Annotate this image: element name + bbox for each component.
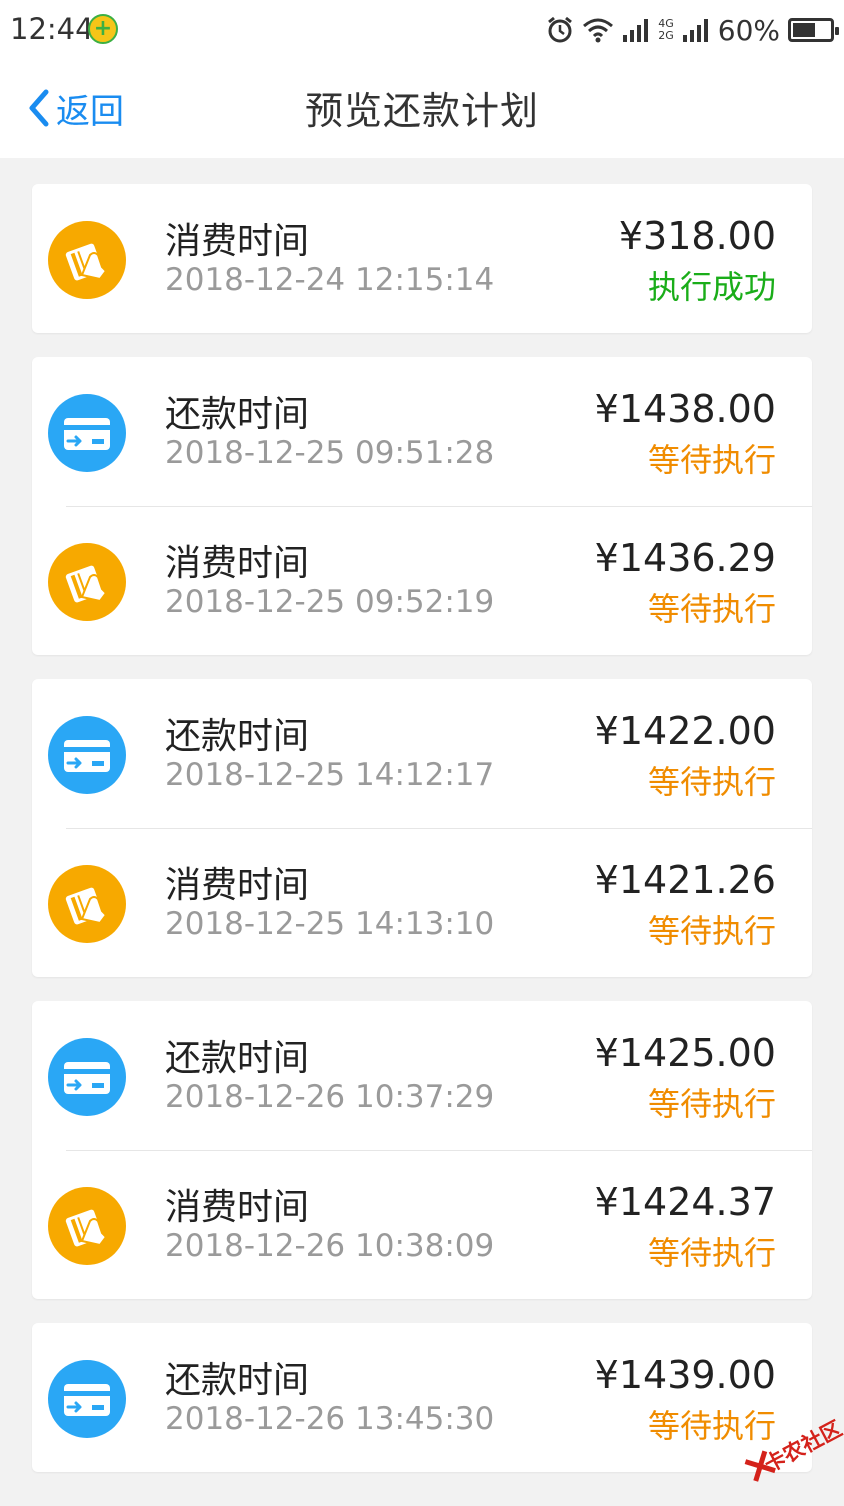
row-status: 等待执行 [647,590,776,628]
wifi-icon [583,18,614,43]
card-transfer-icon [48,716,126,794]
watermark-text: 卡农社区 [760,1416,844,1478]
nav-bar: 返回 预览还款计划 [0,62,844,158]
hand-card-icon [48,221,126,299]
row-status: 等待执行 [647,1085,776,1123]
card-transfer-icon [48,1038,126,1116]
row-time: 2018-12-25 09:52:19 [165,584,495,620]
battery-icon [788,18,839,42]
row-status: 等待执行 [647,441,776,479]
row-title: 消费时间 [165,543,310,584]
row-title: 消费时间 [165,1187,310,1228]
consume-row[interactable]: 消费时间 2018-12-24 12:15:14 ¥318.00 执行成功 [32,184,812,333]
row-time: 2018-12-26 10:37:29 [165,1079,495,1115]
row-time: 2018-12-25 14:13:10 [165,906,495,942]
row-status: 等待执行 [647,1234,776,1272]
repay-row[interactable]: 还款时间 2018-12-26 13:45:30 ¥1439.00 等待执行 [32,1323,812,1472]
network-type-bottom: 2G [658,29,674,42]
row-title: 还款时间 [165,1360,310,1401]
hand-card-icon [48,543,126,621]
consume-row[interactable]: 消费时间 2018-12-25 14:13:10 ¥1421.26 等待执行 [32,828,812,977]
row-status: 等待执行 [647,763,776,801]
row-amount: ¥1422.00 [594,709,776,753]
signal-icon-1 [623,19,649,42]
row-title: 还款时间 [165,716,310,757]
network-type-label: 4G 2G [658,18,674,42]
row-status: 执行成功 [647,268,776,306]
repay-row[interactable]: 还款时间 2018-12-26 10:37:29 ¥1425.00 等待执行 [32,1001,812,1150]
row-amount: ¥318.00 [618,214,776,258]
repay-row[interactable]: 还款时间 2018-12-25 14:12:17 ¥1422.00 等待执行 [32,679,812,828]
row-title: 还款时间 [165,394,310,435]
plan-card: 消费时间 2018-12-24 12:15:14 ¥318.00 执行成功 [32,184,812,333]
repay-row[interactable]: 还款时间 2018-12-25 09:51:28 ¥1438.00 等待执行 [32,357,812,506]
row-title: 消费时间 [165,221,310,262]
row-amount: ¥1425.00 [594,1031,776,1075]
plan-card: 还款时间 2018-12-26 13:45:30 ¥1439.00 等待执行 [32,1323,812,1472]
row-amount: ¥1436.29 [594,536,776,580]
row-amount: ¥1421.26 [594,858,776,902]
plan-card: 还款时间 2018-12-25 14:12:17 ¥1422.00 等待执行 消… [32,679,812,977]
row-amount: ¥1439.00 [594,1353,776,1397]
row-title: 消费时间 [165,865,310,906]
app-notification-icon: + [88,14,118,44]
signal-icon-2 [682,19,708,42]
card-transfer-icon [48,394,126,472]
row-amount: ¥1424.37 [594,1180,776,1224]
row-time: 2018-12-25 09:51:28 [165,435,495,471]
row-time: 2018-12-25 14:12:17 [165,757,495,793]
row-time: 2018-12-24 12:15:14 [165,262,495,298]
battery-level-fill [793,23,815,37]
page-title: 预览还款计划 [304,89,539,133]
repayment-plan-list: 消费时间 2018-12-24 12:15:14 ¥318.00 执行成功 还款… [32,184,812,1496]
status-bar: 12:44 + 4G 2G 60% [0,0,844,62]
hand-card-icon [48,865,126,943]
row-title: 还款时间 [165,1038,310,1079]
row-time: 2018-12-26 10:38:09 [165,1228,495,1264]
row-time: 2018-12-26 13:45:30 [165,1401,495,1437]
consume-row[interactable]: 消费时间 2018-12-26 10:38:09 ¥1424.37 等待执行 [32,1150,812,1299]
plan-card: 还款时间 2018-12-26 10:37:29 ¥1425.00 等待执行 消… [32,1001,812,1299]
status-time: 12:44 [10,12,94,46]
card-transfer-icon [48,1360,126,1438]
consume-row[interactable]: 消费时间 2018-12-25 09:52:19 ¥1436.29 等待执行 [32,506,812,655]
row-status: 等待执行 [647,912,776,950]
row-amount: ¥1438.00 [594,387,776,431]
plan-card: 还款时间 2018-12-25 09:51:28 ¥1438.00 等待执行 消… [32,357,812,655]
battery-percent: 60% [717,13,780,47]
hand-card-icon [48,1187,126,1265]
status-icons: 4G 2G 60% [546,12,839,48]
alarm-icon [548,16,573,43]
